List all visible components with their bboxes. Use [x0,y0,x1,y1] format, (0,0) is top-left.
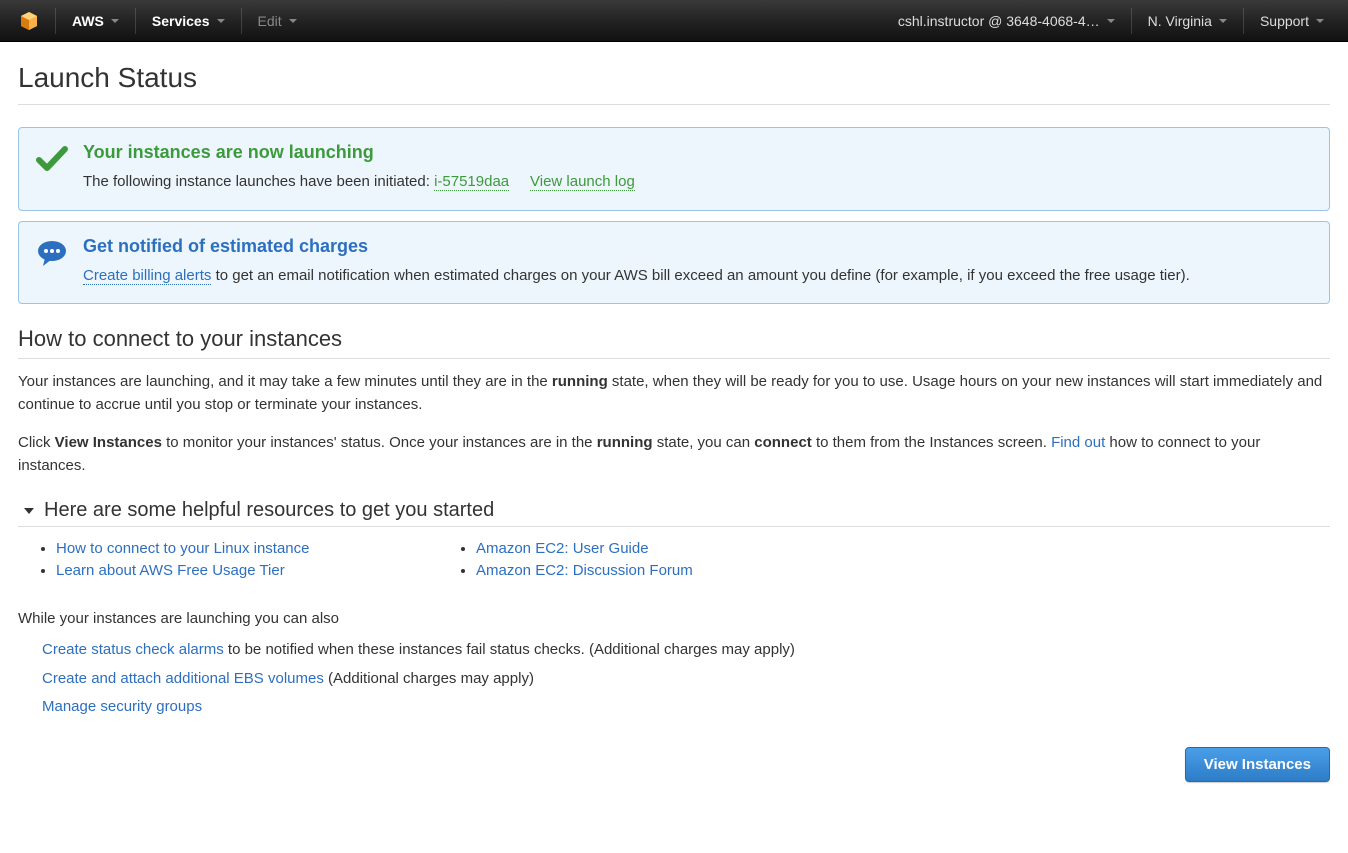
nav-edit-label: Edit [258,13,282,29]
nav-support[interactable]: Support [1246,0,1338,42]
resources-columns: How to connect to your Linux instance Le… [38,535,1330,584]
nav-account[interactable]: cshl.instructor @ 3648-4068-4… [884,0,1129,42]
nav-services[interactable]: Services [138,0,239,42]
caret-down-icon [1107,19,1115,23]
nav-services-label: Services [152,13,210,29]
view-instances-button[interactable]: View Instances [1185,747,1330,782]
nav-separator [55,8,56,34]
speech-bubble-icon [35,236,83,288]
billing-alert: Get notified of estimated charges Create… [18,221,1330,305]
caret-down-icon [217,19,225,23]
also-heading: While your instances are launching you c… [18,610,1330,627]
nav-edit[interactable]: Edit [244,0,311,42]
check-icon [35,142,83,194]
caret-down-icon [111,19,119,23]
view-launch-log-link[interactable]: View launch log [530,173,635,191]
caret-down-icon [289,19,297,23]
launch-success-text: The following instance launches have bee… [83,171,1313,194]
resource-link[interactable]: Learn about AWS Free Usage Tier [56,562,285,579]
billing-alert-text-after: to get an email notification when estima… [211,267,1189,284]
find-out-link[interactable]: Find out [1051,434,1105,451]
nav-separator [1131,8,1132,34]
billing-alert-text: Create billing alerts to get an email no… [83,265,1313,288]
manage-security-groups-link[interactable]: Manage security groups [42,698,202,715]
resources-heading: Here are some helpful resources to get y… [44,499,494,522]
nav-aws-label: AWS [72,13,104,29]
nav-separator [1243,8,1244,34]
create-status-alarms-link[interactable]: Create status check alarms [42,641,224,658]
top-nav-bar: AWS Services Edit cshl.instructor @ 3648… [0,0,1348,42]
caret-down-icon [1316,19,1324,23]
also-item: Create and attach additional EBS volumes… [42,668,1330,691]
footer-bar: View Instances [18,747,1330,782]
also-item: Create status check alarms to be notifie… [42,639,1330,662]
connect-p2: Click View Instances to monitor your ins… [18,432,1330,477]
billing-alert-title: Get notified of estimated charges [83,236,1313,257]
triangle-down-icon [24,508,34,514]
resources-heading-row[interactable]: Here are some helpful resources to get y… [18,499,1330,527]
resource-link[interactable]: Amazon EC2: User Guide [476,540,649,557]
nav-account-label: cshl.instructor @ 3648-4068-4… [898,13,1100,29]
resource-link[interactable]: Amazon EC2: Discussion Forum [476,562,693,579]
resource-link[interactable]: How to connect to your Linux instance [56,540,309,557]
main-content: Launch Status Your instances are now lau… [0,42,1348,812]
create-ebs-volumes-link[interactable]: Create and attach additional EBS volumes [42,670,324,687]
nav-separator [241,8,242,34]
also-list: Create status check alarms to be notifie… [42,639,1330,719]
resources-col2: Amazon EC2: User Guide Amazon EC2: Discu… [458,535,878,584]
resources-col1: How to connect to your Linux instance Le… [38,535,458,584]
aws-logo-icon[interactable] [15,7,43,35]
also-item: Manage security groups [42,696,1330,719]
nav-support-label: Support [1260,13,1309,29]
nav-aws[interactable]: AWS [58,0,133,42]
page-title: Launch Status [18,62,1330,105]
connect-p1: Your instances are launching, and it may… [18,371,1330,416]
instance-id-link[interactable]: i-57519daa [434,173,509,191]
launch-success-title: Your instances are now launching [83,142,1313,163]
nav-separator [135,8,136,34]
launch-success-alert: Your instances are now launching The fol… [18,127,1330,211]
connect-heading: How to connect to your instances [18,326,1330,359]
nav-region-label: N. Virginia [1148,13,1212,29]
create-billing-alerts-link[interactable]: Create billing alerts [83,267,211,285]
caret-down-icon [1219,19,1227,23]
nav-region[interactable]: N. Virginia [1134,0,1241,42]
launch-success-text-before: The following instance launches have bee… [83,173,434,190]
